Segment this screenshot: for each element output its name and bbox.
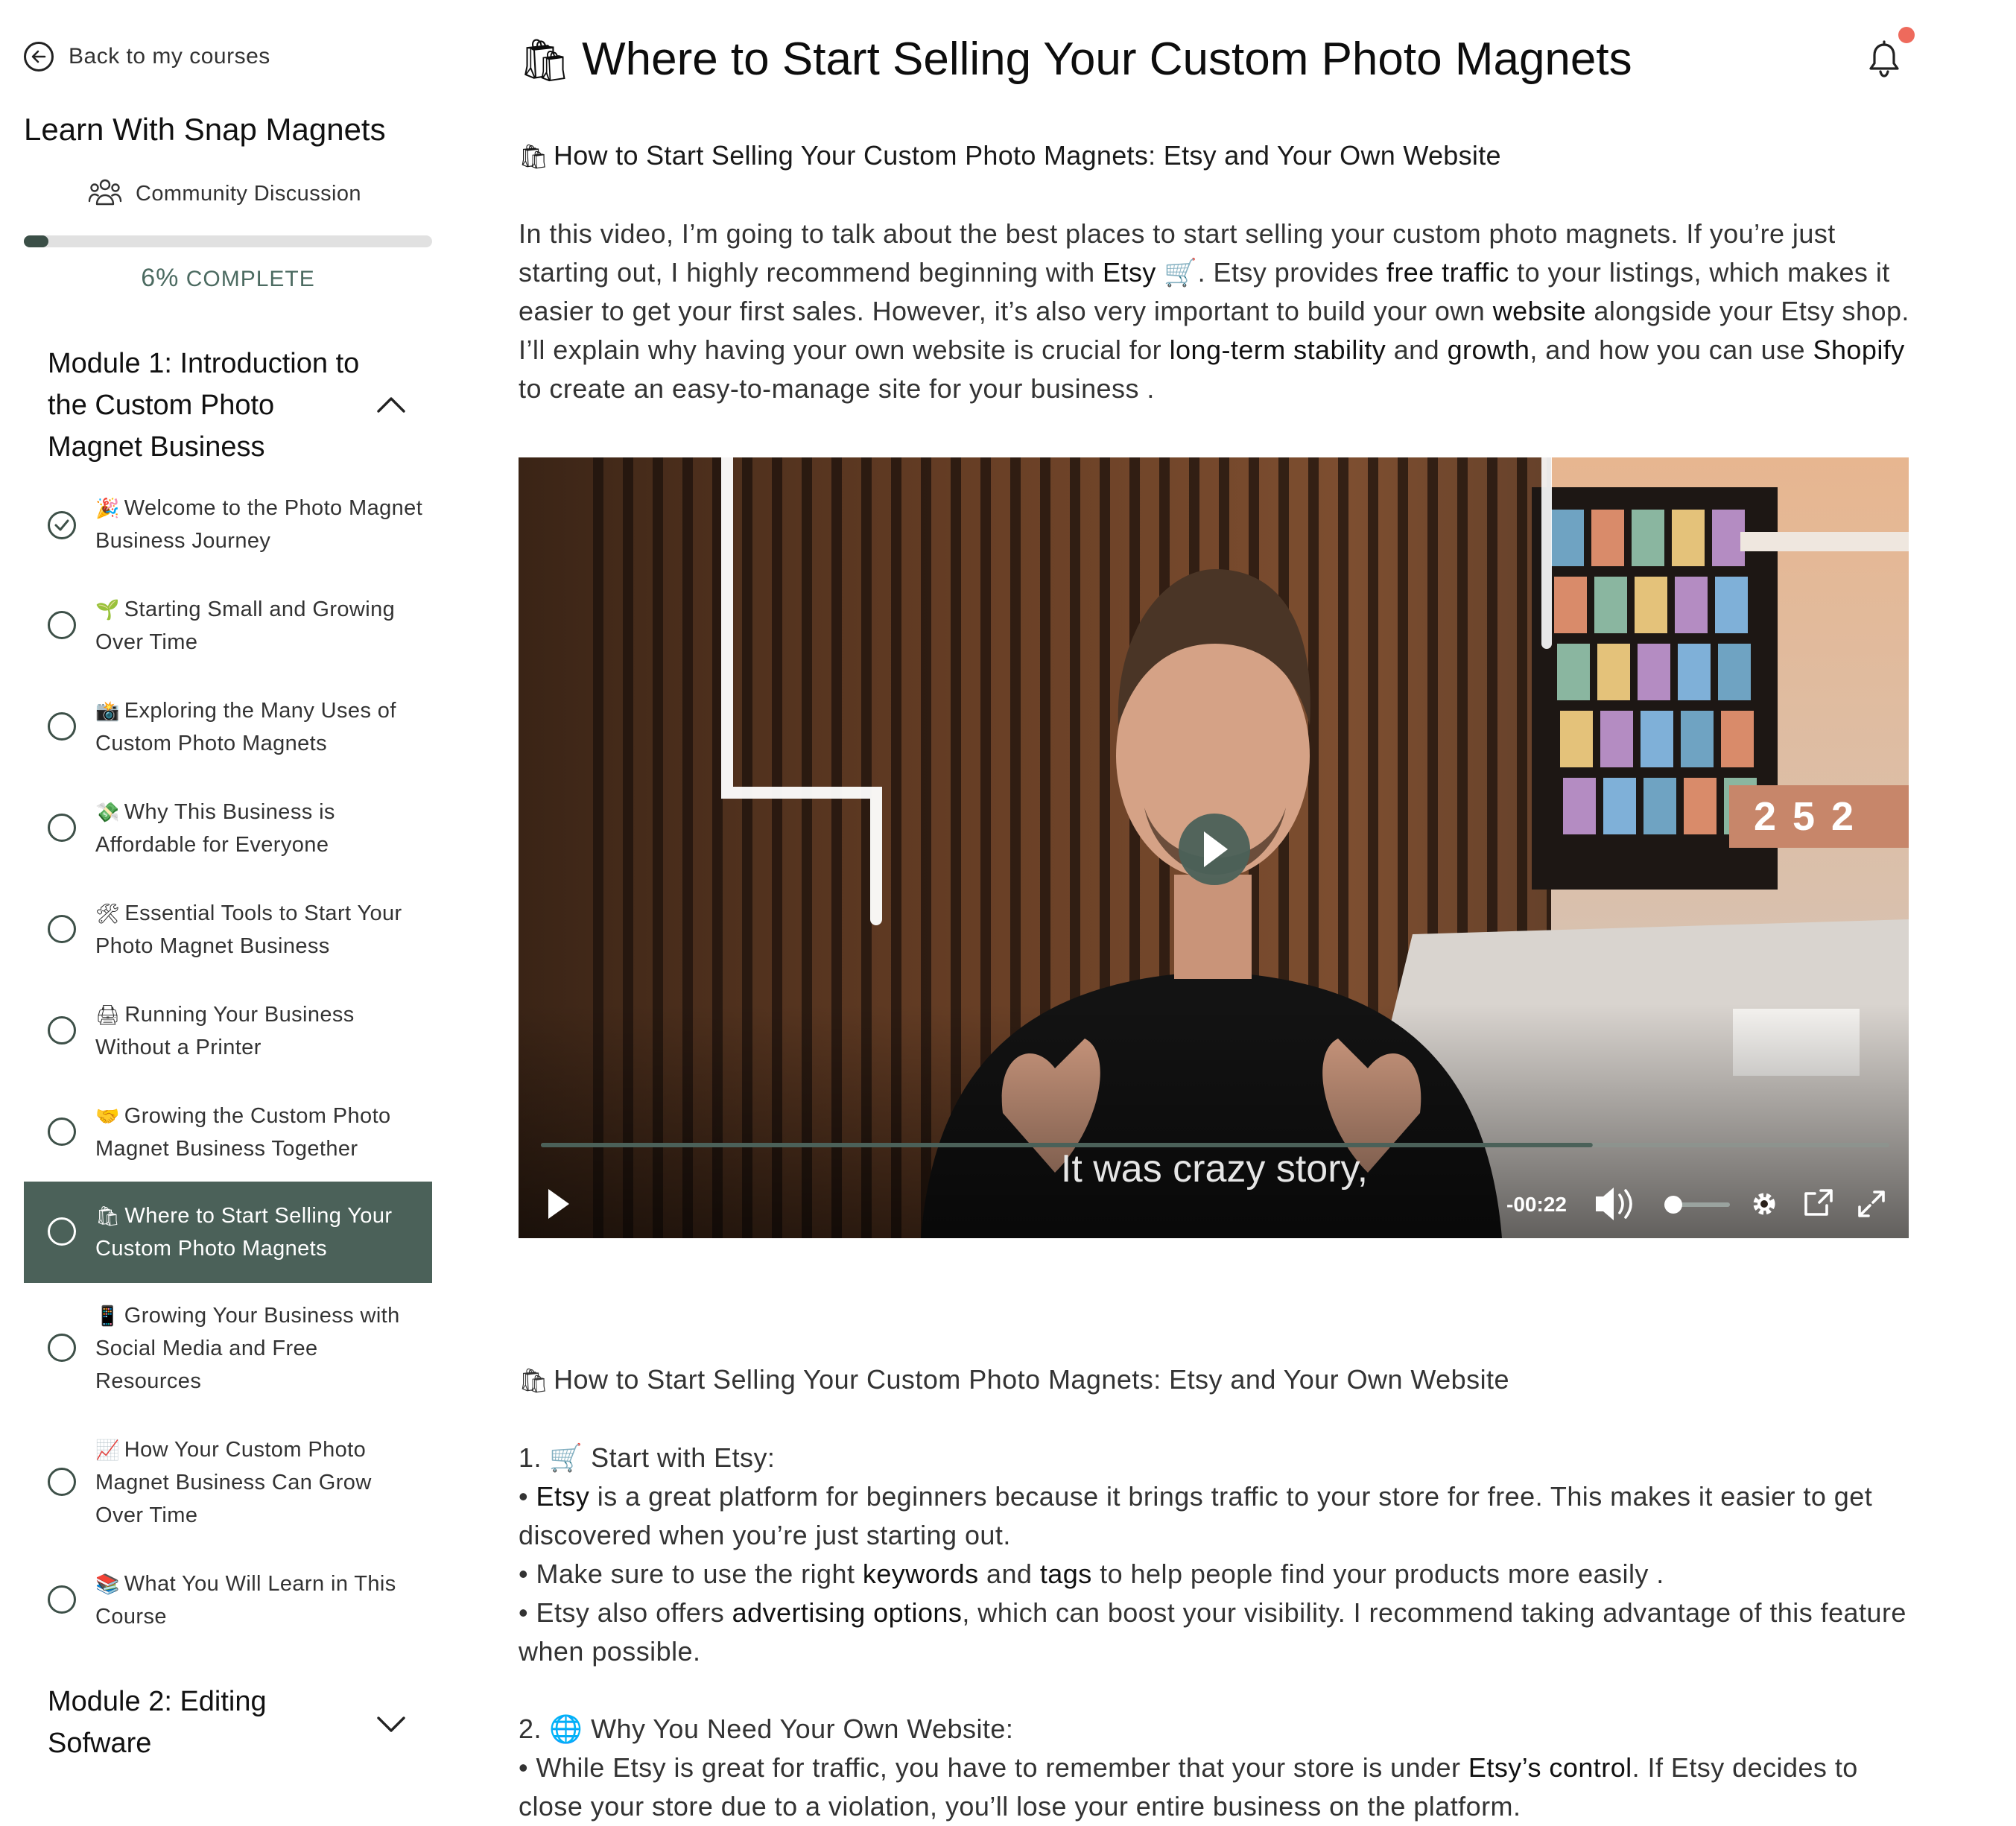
bell-icon[interactable] [1867, 40, 1901, 83]
lesson-label: 🤝 Growing the Custom Photo Magnet Busines… [95, 1104, 391, 1161]
video-player[interactable]: 2 5 2 It was crazy story, -00:22 [519, 457, 1909, 1238]
community-discussion-label: Community Discussion [136, 182, 361, 206]
lesson-item-welcome[interactable]: 🎉 Welcome to the Photo Magnet Business Jo… [24, 492, 432, 557]
incomplete-circle-icon [48, 1585, 76, 1614]
people-icon [88, 177, 122, 211]
incomplete-circle-icon [48, 1016, 76, 1044]
shopping-bags-icon: 🛍 [519, 1367, 550, 1394]
lesson-label: 🛍 Where to Start Selling Your Custom Phot… [95, 1204, 393, 1261]
mobile-phone-icon: 📱 [95, 1304, 120, 1327]
shopping-bags-icon: 🛍 [519, 37, 572, 83]
notes-heading: 🛍 How to Start Selling Your Custom Photo … [519, 1364, 1509, 1395]
lesson-label: 🖨 Running Your Business Without a Printer [95, 1003, 355, 1059]
chevron-down-icon[interactable] [375, 1715, 407, 1738]
money-wings-icon: 💸 [95, 801, 120, 823]
notes-bullet: • Make sure to use the right keywords an… [519, 1559, 1664, 1589]
shopping-cart-icon: 🛒 [549, 1442, 583, 1473]
shopping-bags-icon: 🛍 [519, 143, 549, 170]
lesson-item-growing-together[interactable]: 🤝 Growing the Custom Photo Magnet Busines… [24, 1100, 432, 1165]
lesson-label: 📸 Exploring the Many Uses of Custom Photo… [95, 699, 396, 755]
video-frame: 2 5 2 It was crazy story, -00:22 [519, 457, 1909, 1238]
module-2-title[interactable]: Module 2: Editing Sofware [48, 1681, 316, 1764]
lesson-item-starting-small[interactable]: 🌱 Starting Small and Growing Over Time [24, 593, 432, 659]
video-time-remaining: -00:22 [1506, 1193, 1567, 1216]
lesson-item-what-you-will-learn[interactable]: 📚 What You Will Learn in This Course [24, 1567, 432, 1633]
incomplete-circle-icon [48, 915, 76, 943]
progress-text: 6% COMPLETE [0, 264, 456, 293]
volume-slider-handle[interactable] [1664, 1196, 1682, 1214]
lesson-item-affordable[interactable]: 💸 Why This Business is Affordable for Eve… [24, 796, 432, 861]
check-circle-icon [48, 511, 76, 539]
center-play-button[interactable] [1179, 814, 1250, 885]
party-popper-icon: 🎉 [95, 497, 120, 519]
chart-increasing-icon: 📈 [95, 1439, 120, 1461]
course-sidebar: Back to my courses Learn With Snap Magne… [0, 0, 447, 1760]
lesson-notes: 🛍 How to Start Selling Your Custom Photo … [519, 1360, 1919, 1826]
arrow-left-circle-icon [24, 42, 54, 72]
back-to-courses-link[interactable]: Back to my courses [24, 42, 270, 72]
lesson-item-without-printer[interactable]: 🖨 Running Your Business Without a Printer [24, 998, 432, 1064]
lesson-item-social-media[interactable]: 📱 Growing Your Business with Social Media… [24, 1299, 432, 1398]
lesson-item-exploring-uses[interactable]: 📸 Exploring the Many Uses of Custom Photo… [24, 694, 432, 760]
notes-section-2-title: 2. 🌐 Why You Need Your Own Website: [519, 1714, 1014, 1744]
shopping-cart-icon: 🛒 [1164, 257, 1198, 288]
incomplete-circle-icon [48, 1217, 76, 1246]
video-caption: It was crazy story, [1061, 1147, 1368, 1191]
page-title: 🛍 Where to Start Selling Your Custom Phot… [519, 34, 1632, 85]
lesson-subtitle: 🛍 How to Start Selling Your Custom Photo … [519, 140, 1501, 171]
books-icon: 📚 [95, 1573, 120, 1595]
incomplete-circle-icon [48, 1118, 76, 1146]
course-title: Learn With Snap Magnets [24, 112, 386, 147]
notes-bullet: • While Etsy is great for traffic, you h… [519, 1752, 1858, 1822]
lesson-item-essential-tools[interactable]: 🛠 Essential Tools to Start Your Photo Mag… [24, 897, 432, 963]
lesson-intro-paragraph: In this video, I’m going to talk about t… [519, 218, 1909, 404]
back-link-label: Back to my courses [69, 44, 270, 69]
incomplete-circle-icon [48, 611, 76, 639]
lesson-item-where-to-sell-active[interactable]: 🛍 Where to Start Selling Your Custom Phot… [24, 1182, 432, 1283]
notification-badge [1898, 27, 1915, 43]
community-discussion-link[interactable]: Community Discussion [88, 177, 361, 211]
notes-bullet: • Etsy is a great platform for beginners… [519, 1481, 1873, 1550]
seedling-icon: 🌱 [95, 598, 120, 621]
module-1-title[interactable]: Module 1: Introduction to the Custom Pho… [48, 343, 375, 468]
lesson-item-grow-over-time[interactable]: 📈 How Your Custom Photo Magnet Business C… [24, 1433, 432, 1532]
incomplete-circle-icon [48, 712, 76, 741]
progress-percent: 6% [141, 264, 180, 292]
globe-icon: 🌐 [549, 1714, 583, 1744]
camera-flash-icon: 📸 [95, 700, 120, 722]
lesson-label: 🛠 Essential Tools to Start Your Photo Mag… [95, 901, 402, 958]
incomplete-circle-icon [48, 814, 76, 842]
incomplete-circle-icon [48, 1334, 76, 1362]
chevron-up-icon[interactable] [375, 395, 407, 418]
lesson-label: 📈 How Your Custom Photo Magnet Business C… [95, 1438, 372, 1527]
lesson-label: 💸 Why This Business is Affordable for Eve… [95, 800, 335, 857]
printer-icon: 🖨 [95, 1004, 121, 1026]
course-progress-bar [24, 235, 432, 247]
lesson-label: 🎉 Welcome to the Photo Magnet Business Jo… [95, 496, 423, 553]
handshake-icon: 🤝 [95, 1105, 120, 1127]
lesson-label: 📱 Growing Your Business with Social Media… [95, 1304, 400, 1393]
shopping-bags-icon: 🛍 [95, 1205, 121, 1227]
lesson-label: 🌱 Starting Small and Growing Over Time [95, 597, 396, 654]
lesson-label: 📚 What You Will Learn in This Course [95, 1572, 396, 1629]
course-progress-fill [24, 235, 48, 247]
video-timeline-played [541, 1143, 1593, 1147]
tools-icon: 🛠 [95, 902, 121, 925]
notes-section-1-title: 1. 🛒 Start with Etsy: [519, 1442, 776, 1473]
notes-bullet: • Etsy also offers advertising options, … [519, 1597, 1906, 1667]
progress-complete-label: COMPLETE [186, 267, 315, 291]
incomplete-circle-icon [48, 1468, 76, 1496]
